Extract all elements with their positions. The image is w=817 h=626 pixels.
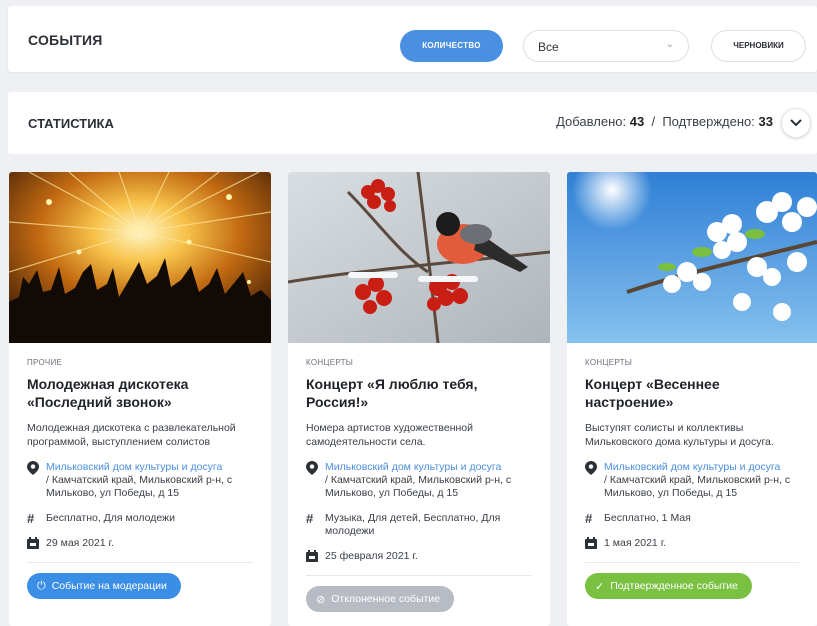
status-label: Событие на модерации [51, 580, 167, 592]
event-category: ПРОЧИЕ [27, 358, 63, 367]
event-image-disco [9, 172, 271, 343]
calendar-icon [585, 537, 597, 549]
event-description: Выступят солисты и коллективы Мильковско… [585, 422, 774, 448]
chevron-down-icon: ⌄ [665, 39, 674, 50]
ban-icon: ⊘ [316, 593, 326, 606]
status-confirmed-button[interactable]: ✓ Подтвержденное событие [585, 573, 752, 599]
event-card[interactable]: КОНЦЕРТЫ Концерт «Весеннее настроение» В… [567, 172, 817, 626]
statistics-summary: Добавлено: 43 / Подтверждено: 33 [556, 114, 773, 129]
added-count: 43 [629, 114, 645, 129]
divider [306, 575, 532, 576]
statistics-expand-button[interactable] [781, 108, 811, 138]
map-pin-icon [585, 461, 597, 475]
event-card[interactable]: КОНЦЕРТЫ Концерт «Я люблю тебя, Россия!»… [288, 172, 550, 626]
event-address: / Камчатский край, Мильковский р-н, с Ми… [604, 474, 791, 499]
filter-select-value: Все [538, 40, 559, 54]
event-address: / Камчатский край, Мильковский р-н, с Ми… [325, 474, 512, 499]
event-tags-row: # Музыка, Для детей, Бесплатно, Для моло… [306, 512, 532, 538]
place-link[interactable]: Мильковский дом культуры и досуга [604, 461, 780, 473]
events-toolbar: СОБЫТИЯ КОЛИЧЕСТВО Все ⌄ ЧЕРНОВИКИ [8, 6, 817, 72]
statistics-title: СТАТИСТИКА [28, 116, 114, 131]
status-rejected-button[interactable]: ⊘ Отклоненное событие [306, 586, 455, 612]
place-link[interactable]: Мильковский дом культуры и досуга [325, 461, 501, 473]
event-tags-row: # Бесплатно, Для молодежи [27, 512, 253, 525]
event-address: / Камчатский край, Мильковский р-н, с Ми… [46, 474, 233, 499]
divider [585, 562, 799, 563]
confirmed-label: Подтверждено: [662, 114, 755, 129]
event-tags: Музыка, Для детей, Бесплатно, Для молоде… [325, 512, 501, 537]
event-category: КОНЦЕРТЫ [306, 358, 354, 367]
map-pin-icon [27, 461, 39, 475]
divider [27, 562, 253, 563]
filter-select[interactable]: Все ⌄ [523, 30, 689, 62]
added-label: Добавлено: [556, 114, 627, 129]
event-date: 25 февраля 2021 г. [325, 550, 418, 562]
event-date: 29 мая 2021 г. [46, 537, 114, 549]
drafts-button[interactable]: ЧЕРНОВИКИ [711, 30, 806, 62]
status-moderation-button[interactable]: ⏻ Событие на модерации [27, 573, 181, 599]
statistics-panel: СТАТИСТИКА Добавлено: 43 / Подтверждено:… [8, 92, 817, 154]
calendar-icon [27, 537, 39, 549]
map-pin-icon [306, 461, 318, 475]
status-label: Отклоненное событие [331, 593, 441, 605]
event-title[interactable]: Концерт «Я люблю тебя, Россия!» [306, 375, 532, 411]
chevron-down-icon [790, 119, 802, 127]
place-link[interactable]: Мильковский дом культуры и досуга [46, 461, 222, 473]
event-tags: Бесплатно, Для молодежи [46, 512, 175, 524]
hashtag-icon: # [27, 511, 35, 526]
count-button[interactable]: КОЛИЧЕСТВО [400, 30, 503, 62]
event-description: Номера артистов художественной самодеяте… [306, 422, 474, 448]
event-description: Молодежная дискотека с развлекательной п… [27, 422, 236, 448]
event-date-row: 1 мая 2021 г. [585, 537, 799, 550]
event-date-row: 29 мая 2021 г. [27, 537, 253, 550]
check-icon: ✓ [595, 580, 605, 593]
calendar-icon [306, 550, 318, 562]
event-card[interactable]: ПРОЧИЕ Молодежная дискотека «Последний з… [9, 172, 271, 626]
confirmed-count: 33 [758, 114, 773, 129]
event-tags: Бесплатно, 1 Мая [604, 512, 691, 524]
event-location: Мильковский дом культуры и досуга / Камча… [27, 461, 253, 500]
event-location: Мильковский дом культуры и досуга / Камча… [585, 461, 799, 500]
event-image-bullfinch [288, 172, 550, 343]
page-title: СОБЫТИЯ [28, 32, 103, 48]
event-image-blossom [567, 172, 817, 343]
status-label: Подтвержденное событие [610, 580, 738, 592]
event-category: КОНЦЕРТЫ [585, 358, 633, 367]
event-title[interactable]: Концерт «Весеннее настроение» [585, 375, 799, 411]
event-tags-row: # Бесплатно, 1 Мая [585, 512, 799, 525]
event-date: 1 мая 2021 г. [604, 537, 667, 549]
stats-separator: / [651, 114, 656, 129]
event-date-row: 25 февраля 2021 г. [306, 550, 532, 563]
power-icon: ⏻ [37, 579, 46, 592]
event-location: Мильковский дом культуры и досуга / Камча… [306, 461, 532, 500]
event-title[interactable]: Молодежная дискотека «Последний звонок» [27, 375, 253, 411]
hashtag-icon: # [585, 511, 593, 526]
hashtag-icon: # [306, 511, 314, 526]
